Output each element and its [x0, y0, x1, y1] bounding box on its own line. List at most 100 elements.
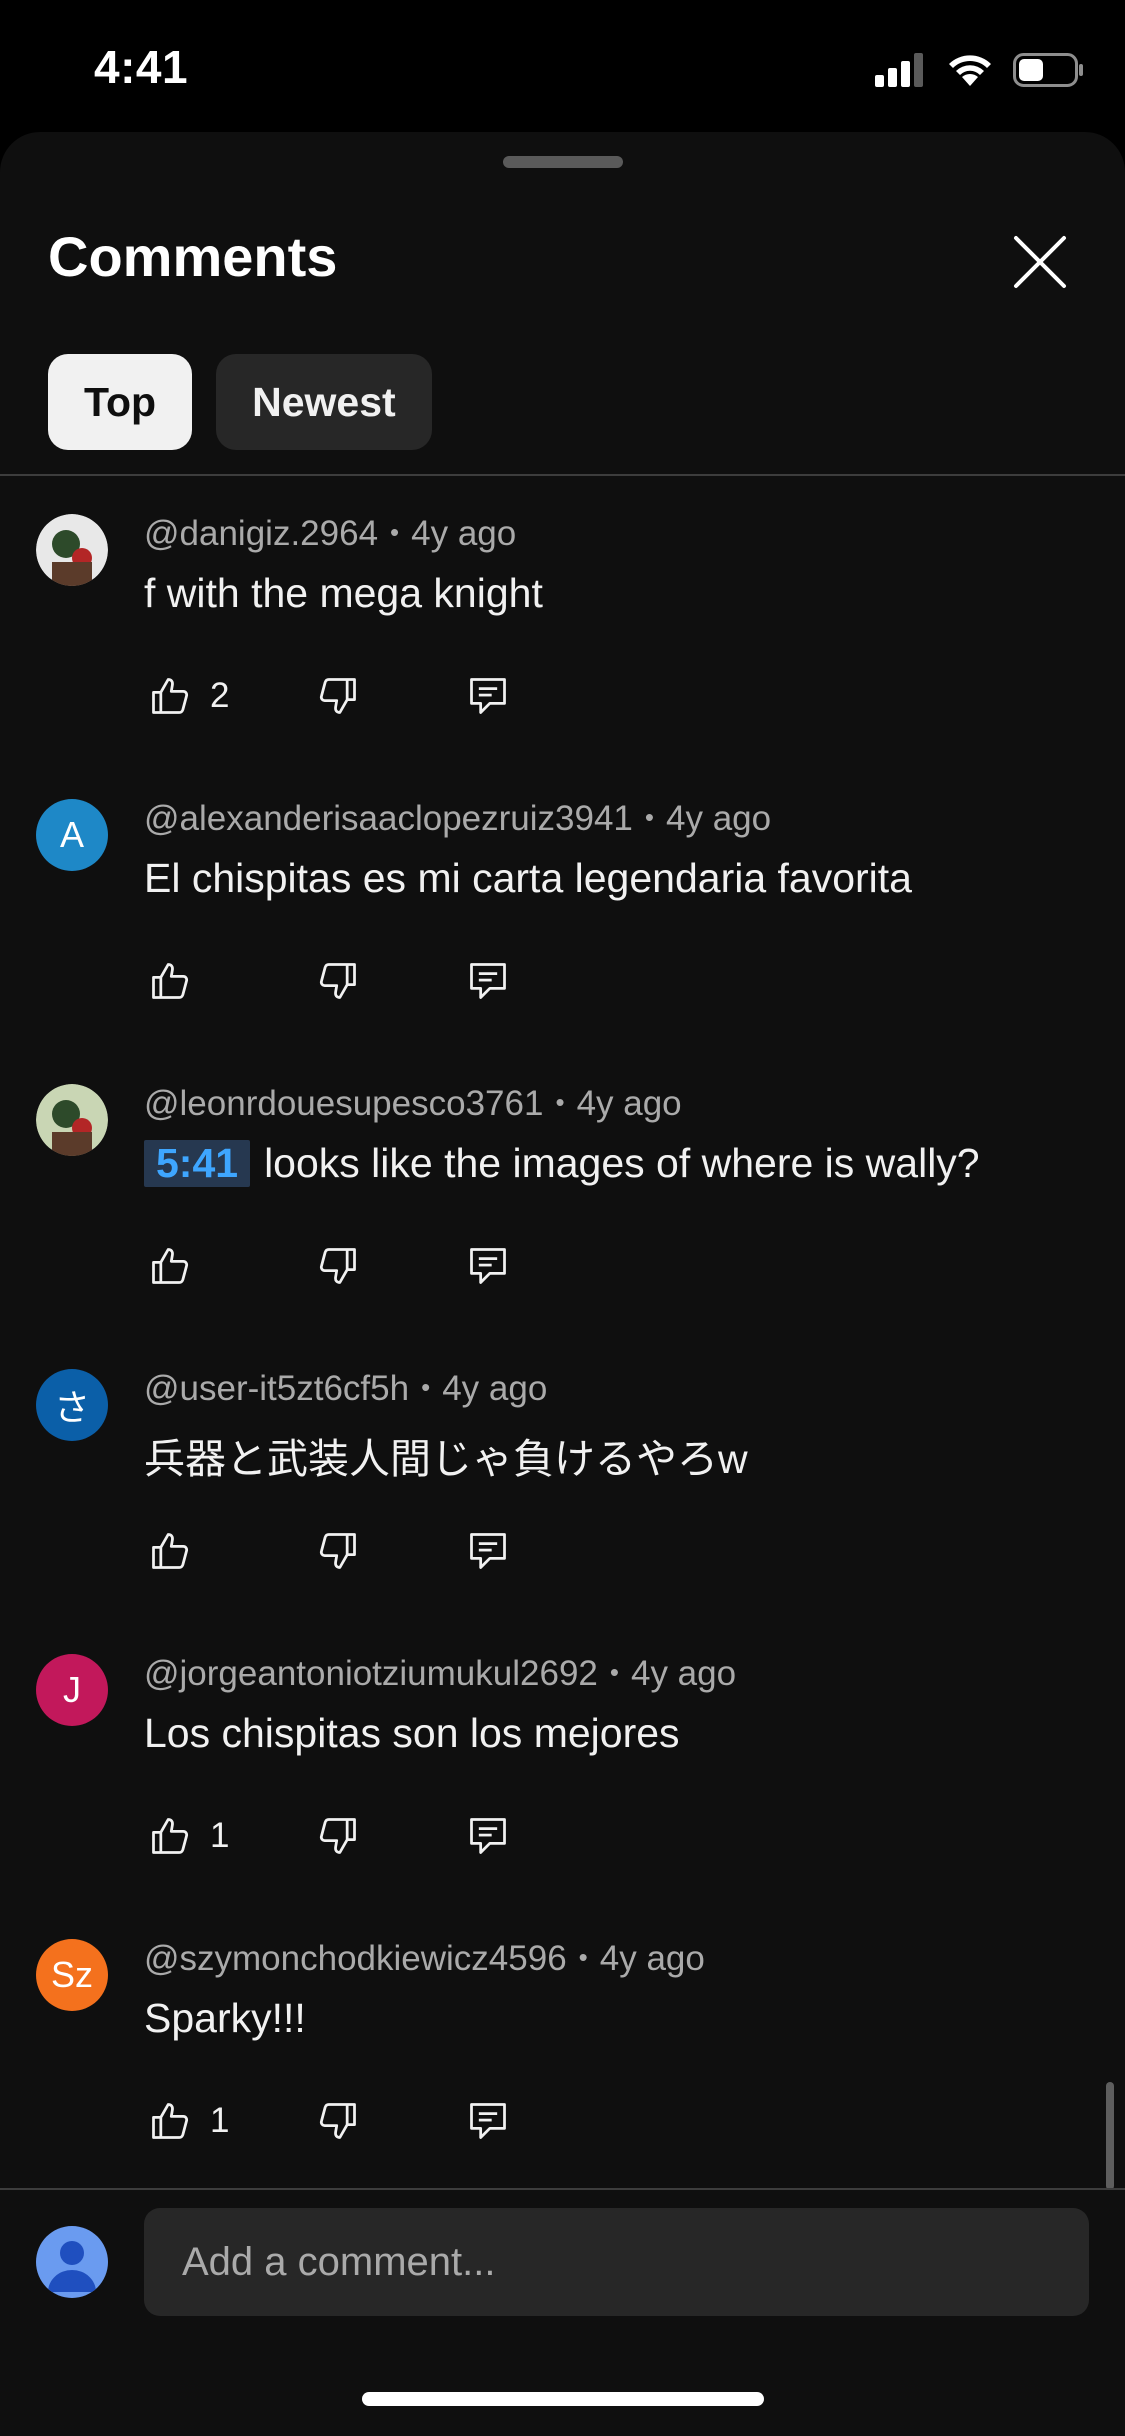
avatar-letter: J	[63, 1669, 81, 1710]
comment-age: 4y ago	[442, 1369, 548, 1408]
separator-dot: •	[609, 1657, 619, 1687]
reply-button[interactable]	[466, 1244, 510, 1288]
close-button[interactable]	[1004, 226, 1076, 298]
dislike-icon	[319, 1248, 356, 1284]
dislike-icon	[319, 1818, 356, 1854]
dislike-button[interactable]	[316, 1814, 360, 1858]
scrollbar[interactable]	[1106, 2082, 1114, 2190]
status-bar: 4:41	[0, 0, 1125, 132]
dislike-button[interactable]	[316, 674, 360, 718]
reply-button[interactable]	[466, 959, 510, 1003]
filter-chip-top[interactable]: Top	[48, 354, 193, 450]
dislike-icon	[319, 1533, 356, 1569]
avatar-letter: A	[59, 814, 84, 855]
comment-list[interactable]: @danigiz.2964 • 4y ago f with the mega knig…	[0, 476, 1125, 2188]
comment-author[interactable]: @danigiz.2964	[144, 514, 378, 553]
reply-button[interactable]	[466, 674, 510, 718]
add-comment-box[interactable]	[144, 2208, 1089, 2316]
avatar[interactable]	[36, 2226, 108, 2298]
comment-text-body: Sparky!!!	[144, 1995, 306, 2041]
dislike-icon	[319, 963, 356, 999]
like-icon	[152, 2103, 189, 2139]
comment-text-body: looks like the images of where is wally?	[264, 1140, 980, 1186]
comment-age: 4y ago	[666, 799, 772, 838]
comment-item: Sz @szymonchodkiewicz4596 • 4y ago Sparky!!!…	[0, 1901, 1125, 2186]
reply-icon	[470, 1248, 506, 1284]
filter-chips: Top Newest	[48, 354, 432, 450]
battery-icon	[1013, 53, 1083, 87]
like-button[interactable]: 2	[148, 674, 229, 718]
like-button[interactable]: 1	[148, 1814, 229, 1858]
filter-chip-newest[interactable]: Newest	[216, 354, 432, 450]
status-time: 4:41	[94, 41, 189, 93]
comment-meta: @danigiz.2964 • 4y ago	[144, 514, 516, 554]
comment-meta: @user-it5zt6cf5h • 4y ago	[144, 1369, 547, 1409]
dislike-button[interactable]	[316, 1529, 360, 1573]
separator-dot: •	[578, 1942, 588, 1972]
comment-author[interactable]: @leonrdouesupesco3761	[144, 1084, 543, 1123]
avatar[interactable]: J	[36, 1654, 108, 1726]
reply-icon	[470, 1533, 506, 1569]
avatar[interactable]	[36, 514, 108, 586]
comment-meta: @alexanderisaaclopezruiz3941 • 4y ago	[144, 799, 771, 839]
close-icon	[1014, 236, 1066, 288]
avatar[interactable]: さ	[36, 1369, 108, 1441]
comment-author[interactable]: @alexanderisaaclopezruiz3941	[144, 799, 633, 838]
avatar-image-icon	[36, 514, 108, 586]
dislike-button[interactable]	[316, 1244, 360, 1288]
comments-sheet: Comments Top Newest @danigiz.2964 • 4y ago…	[0, 132, 1125, 2436]
home-indicator[interactable]	[362, 2392, 764, 2406]
separator-dot: •	[421, 1372, 431, 1402]
comment-author[interactable]: @user-it5zt6cf5h	[144, 1369, 409, 1408]
comment-text-body: Los chispitas son los mejores	[144, 1710, 680, 1756]
dislike-icon	[319, 2103, 356, 2139]
reply-icon	[470, 678, 506, 714]
comment-text: Sparky!!!	[144, 1995, 306, 2042]
like-button[interactable]	[148, 959, 192, 1003]
avatar[interactable]: A	[36, 799, 108, 871]
separator-dot: •	[390, 517, 400, 547]
like-count: 2	[210, 676, 230, 715]
comment-item: J @jorgeantoniotziumukul2692 • 4y ago Los ch…	[0, 1616, 1125, 1901]
add-comment-input[interactable]	[180, 2238, 1089, 2286]
comment-text-body: f with the mega knight	[144, 570, 543, 616]
user-avatar-icon	[48, 2241, 96, 2292]
reply-icon	[470, 2103, 506, 2139]
like-button[interactable]: 1	[148, 2099, 229, 2143]
dislike-button[interactable]	[316, 2099, 360, 2143]
like-button[interactable]	[148, 1529, 192, 1573]
reply-button[interactable]	[466, 1529, 510, 1573]
sheet-title: Comments	[48, 225, 338, 288]
reply-button[interactable]	[466, 2099, 510, 2143]
avatar[interactable]	[36, 1084, 108, 1156]
sheet-grabber[interactable]	[503, 156, 623, 168]
comment-author[interactable]: @jorgeantoniotziumukul2692	[144, 1654, 598, 1693]
comment-text: 兵器と武装人間じゃ負けるやろw	[144, 1425, 748, 1485]
avatar-image-icon	[36, 1084, 108, 1156]
like-icon	[152, 1248, 189, 1284]
divider	[0, 2188, 1125, 2190]
comment-age: 4y ago	[599, 1939, 705, 1978]
comment-text: Los chispitas son los mejores	[144, 1710, 680, 1757]
wifi-icon	[949, 55, 991, 86]
separator-dot: •	[644, 802, 654, 832]
comment-text-body: 兵器と武装人間じゃ負けるやろw	[144, 1436, 748, 1482]
dislike-icon	[319, 678, 356, 714]
comment-author[interactable]: @szymonchodkiewicz4596	[144, 1939, 567, 1978]
timestamp-link[interactable]: 5:41	[144, 1140, 251, 1187]
comment-text: El chispitas es mi carta legendaria favo…	[144, 855, 912, 902]
comment-meta: @jorgeantoniotziumukul2692 • 4y ago	[144, 1654, 736, 1694]
comment-age: 4y ago	[630, 1654, 737, 1693]
like-icon	[152, 678, 189, 714]
comment-meta: @szymonchodkiewicz4596 • 4y ago	[144, 1939, 705, 1979]
comment-item: A @alexanderisaaclopezruiz3941 • 4y ago El c…	[0, 761, 1125, 1046]
like-icon	[152, 1818, 189, 1854]
dislike-button[interactable]	[316, 959, 360, 1003]
reply-button[interactable]	[466, 1814, 510, 1858]
comment-age: 4y ago	[576, 1084, 682, 1123]
cellular-signal-icon	[875, 53, 923, 87]
comment-item: @leonrdouesupesco3761 • 4y ago 5:41 looks li…	[0, 1046, 1125, 1331]
avatar[interactable]: Sz	[36, 1939, 108, 2011]
avatar-letter: Sz	[50, 1954, 93, 1995]
like-button[interactable]	[148, 1244, 192, 1288]
